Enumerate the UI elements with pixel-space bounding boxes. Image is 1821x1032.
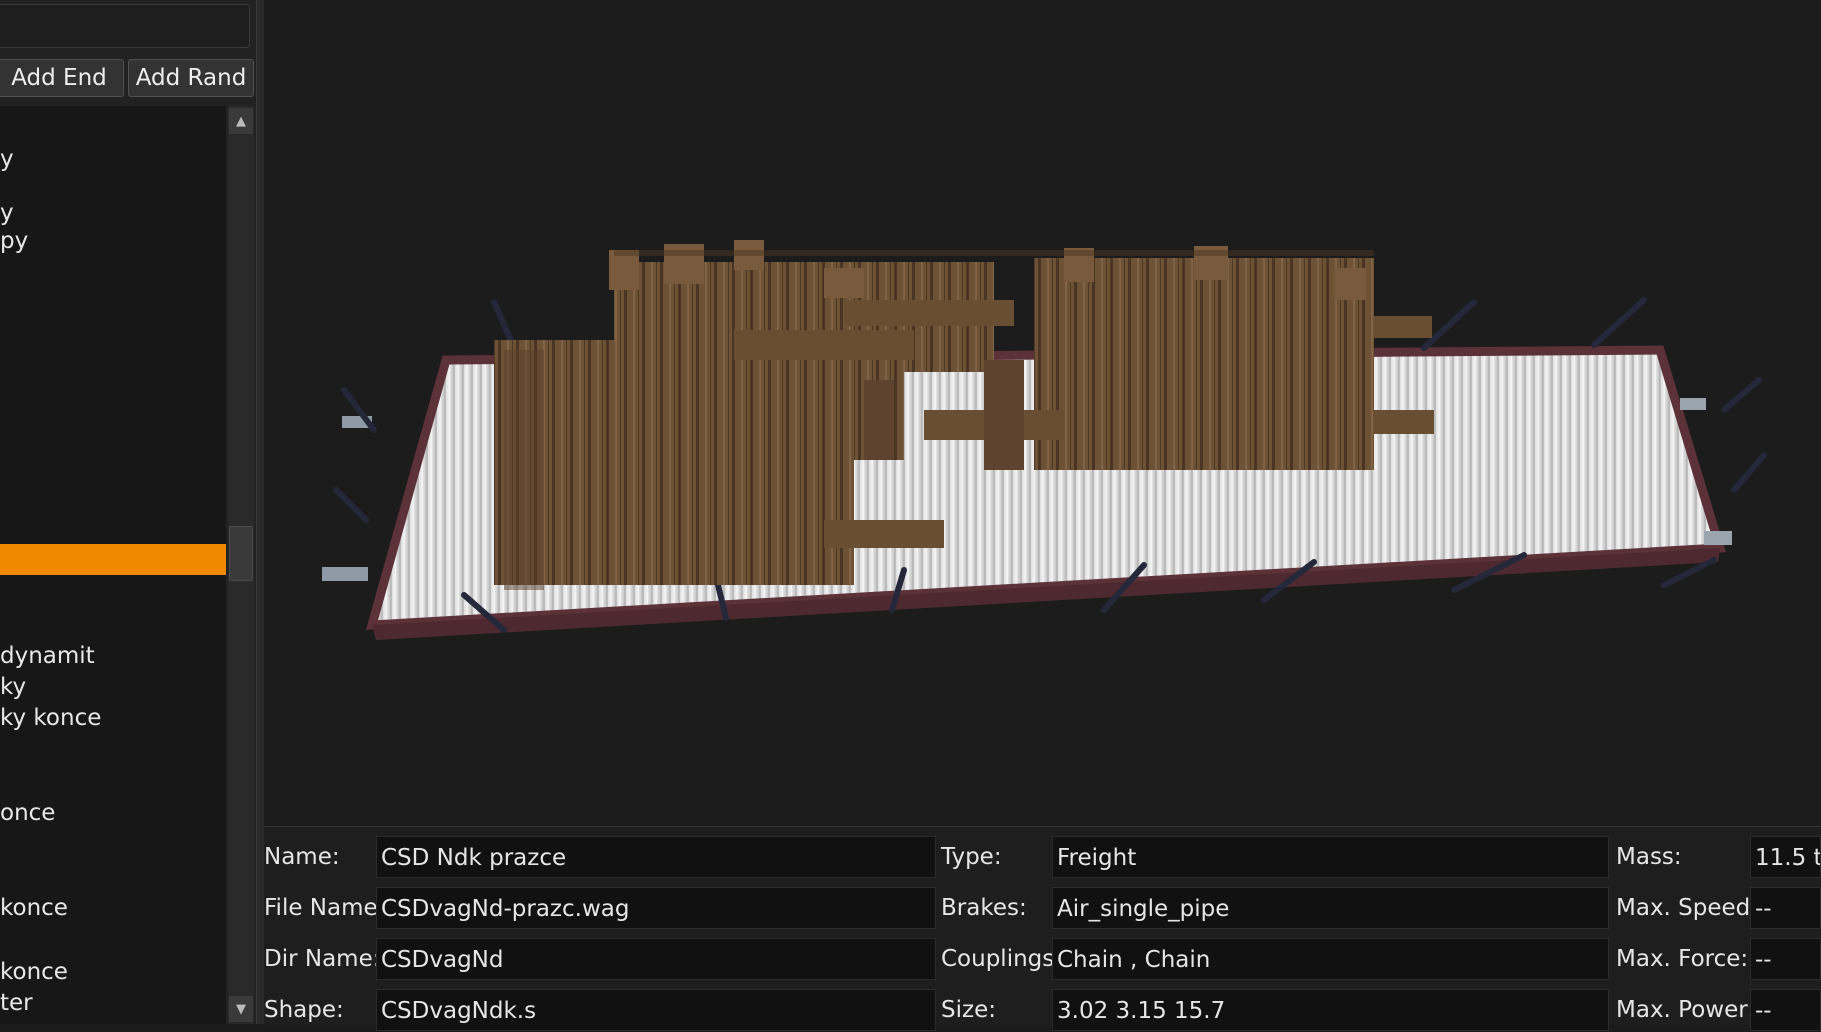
- add-end-button[interactable]: Add End: [0, 59, 124, 97]
- max-force-label: Max. Force:: [1616, 946, 1749, 972]
- name-value: CSD Ndk prazce: [376, 836, 936, 878]
- scroll-up-icon[interactable]: ▲: [229, 108, 253, 134]
- list-item[interactable]: ter: [0, 988, 226, 1019]
- wagon-3d-viewport[interactable]: [264, 0, 1821, 826]
- list-item-selected[interactable]: [0, 544, 226, 575]
- max-speed-label: Max. Speed:: [1616, 895, 1759, 921]
- list-item[interactable]: ky konce: [0, 703, 226, 734]
- list-item[interactable]: konce: [0, 957, 226, 988]
- mass-label: Mass:: [1616, 844, 1682, 870]
- wagon-model-render: [322, 240, 1767, 640]
- size-value: 3.02 3.15 15.7: [1052, 989, 1609, 1031]
- list-item[interactable]: konce: [0, 893, 226, 924]
- brakes-value: Air_single_pipe: [1052, 887, 1609, 929]
- type-label: Type:: [941, 844, 1002, 870]
- left-panel: Add End Add Rand y y py dynamit ky ky ko…: [0, 0, 265, 1024]
- brakes-label: Brakes:: [941, 895, 1027, 921]
- list-item[interactable]: once: [0, 798, 226, 829]
- list-item[interactable]: dynamit: [0, 641, 226, 672]
- size-label: Size:: [941, 997, 996, 1023]
- scroll-thumb[interactable]: [229, 526, 253, 581]
- file-name-label: File Name:: [264, 895, 386, 921]
- name-label: Name:: [264, 844, 340, 870]
- couplings-value: Chain , Chain: [1052, 938, 1609, 980]
- couplings-label: Couplings:: [941, 946, 1062, 972]
- list-item[interactable]: y: [0, 144, 226, 175]
- filter-input[interactable]: [0, 4, 250, 48]
- mass-value: 11.5 t: [1750, 836, 1821, 878]
- shape-label: Shape:: [264, 997, 344, 1023]
- max-power-value: --: [1750, 989, 1821, 1031]
- list-item[interactable]: ky: [0, 672, 226, 703]
- shape-value: CSDvagNdk.s: [376, 989, 936, 1031]
- scroll-down-icon[interactable]: ▼: [229, 996, 253, 1022]
- wagon-properties-panel: Name: CSD Ndk prazce File Name: CSDvagNd…: [264, 826, 1821, 1031]
- max-force-value: --: [1750, 938, 1821, 980]
- list-scrollbar[interactable]: ▲ ▼: [228, 106, 254, 1024]
- wagon-list: y y py dynamit ky ky konce once konce ko…: [0, 106, 226, 1024]
- list-item[interactable]: py: [0, 226, 226, 257]
- max-speed-value: --: [1750, 887, 1821, 929]
- list-item[interactable]: y: [0, 198, 226, 229]
- dir-name-label: Dir Name:: [264, 946, 381, 972]
- dir-name-value: CSDvagNd: [376, 938, 936, 980]
- type-value: Freight: [1052, 836, 1609, 878]
- max-power-label: Max. Power:: [1616, 997, 1756, 1023]
- add-rand-button[interactable]: Add Rand: [128, 59, 254, 97]
- file-name-value: CSDvagNd-prazc.wag: [376, 887, 936, 929]
